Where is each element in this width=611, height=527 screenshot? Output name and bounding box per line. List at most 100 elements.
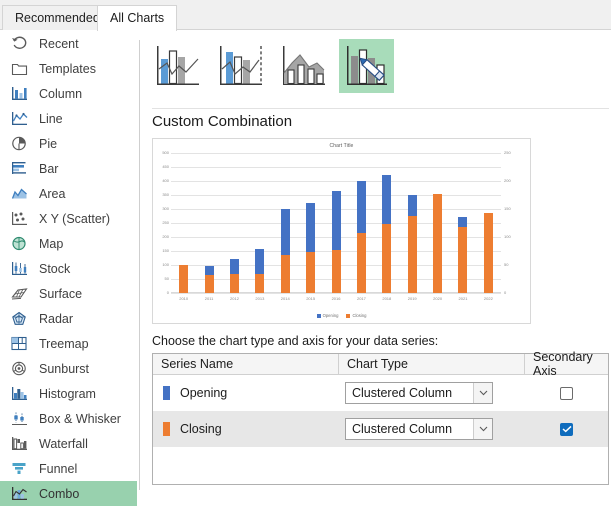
sidebar-item-label: Histogram <box>39 386 96 401</box>
sidebar-item-column[interactable]: Column <box>0 81 137 106</box>
sidebar-item-treemap[interactable]: Treemap <box>0 331 137 356</box>
chart-legend-item: Opening <box>316 313 338 318</box>
sidebar-item-label: Stock <box>39 261 71 276</box>
chart-bar-group: 2012 <box>222 153 247 301</box>
secondary-axis-checkbox[interactable] <box>560 386 573 400</box>
chart-x-tick-label: 2010 <box>179 296 189 301</box>
chart-bar <box>407 195 417 293</box>
chevron-down-icon[interactable] <box>473 383 492 403</box>
pie-icon <box>8 135 30 153</box>
chart-bar-group: 2016 <box>323 153 348 301</box>
chart-y-tick-label: 300 <box>162 206 169 211</box>
chart-y2-tick-label: 150 <box>504 206 511 211</box>
secondary-axis-cell <box>525 375 608 411</box>
surface-icon <box>8 285 30 303</box>
chart-type-dropdown[interactable]: Clustered Column <box>345 382 493 404</box>
chart-bar-segment-opening <box>331 190 341 250</box>
tab-all-charts[interactable]: All Charts <box>97 5 178 32</box>
chart-y-tick-label: 100 <box>162 262 169 267</box>
sidebar-item-box-whisker[interactable]: Box & Whisker <box>0 406 137 431</box>
page-title: Custom Combination <box>152 113 293 130</box>
chart-bar-segment-opening <box>458 217 468 228</box>
chart-x-tick-label: 2018 <box>382 296 392 301</box>
sidebar-item-label: Recent <box>39 36 79 51</box>
sidebar-item-line[interactable]: Line <box>0 106 137 131</box>
recent-icon <box>8 35 30 53</box>
thumbnail-stacked-area-clustered-column[interactable] <box>276 39 331 93</box>
histogram-icon <box>8 385 30 403</box>
sidebar-item-label: Sunburst <box>39 361 90 376</box>
chart-category-sidebar[interactable]: Recent Templates Column Line Pie Bar Area X Y (… <box>0 31 137 527</box>
funnel-icon <box>8 460 30 478</box>
sidebar-item-label: Funnel <box>39 461 78 476</box>
chart-type-dropdown[interactable]: Clustered Column <box>345 418 493 440</box>
chart-y-tick-label: 500 <box>162 150 169 155</box>
chart-legend-item: Closing <box>346 313 366 318</box>
chart-bar-segment-closing <box>433 193 443 293</box>
sidebar-item-histogram[interactable]: Histogram <box>0 381 137 406</box>
chart-type-cell: Clustered Column <box>339 411 525 447</box>
chart-gridline: 0 <box>167 290 501 295</box>
chart-y-tick-label: 50 <box>164 276 169 281</box>
combo-icon <box>8 485 30 503</box>
series-name-label: Closing <box>180 422 222 436</box>
thumbnail-clustered-column-line-on-secondary-axis[interactable] <box>213 39 268 93</box>
sidebar-item-bar[interactable]: Bar <box>0 156 137 181</box>
sidebar-item-surface[interactable]: Surface <box>0 281 137 306</box>
chart-x-tick-label: 2014 <box>280 296 290 301</box>
chart-y2-tick-label: 100 <box>504 234 511 239</box>
stock-icon <box>8 260 30 278</box>
sidebar-item-label: Templates <box>39 61 96 76</box>
chevron-down-icon[interactable] <box>473 419 492 439</box>
chart-bar-group: 2018 <box>374 153 399 301</box>
chart-x-tick-label: 2015 <box>306 296 316 301</box>
chart-bar-segment-closing <box>356 232 366 293</box>
area-icon <box>8 185 30 203</box>
sidebar-item-map[interactable]: Map <box>0 231 137 256</box>
column-icon <box>8 85 30 103</box>
table-row[interactable]: Opening Clustered Column <box>153 375 608 411</box>
series-name-cell: Closing <box>153 411 339 447</box>
chart-bar-segment-closing <box>280 255 290 293</box>
sidebar-item-stock[interactable]: Stock <box>0 256 137 281</box>
series-color-swatch <box>163 386 170 400</box>
chart-bar-group: 2010 <box>171 153 196 301</box>
chart-x-tick-label: 2020 <box>433 296 443 301</box>
thumbnail-clustered-column-line[interactable] <box>150 39 205 93</box>
secondary-axis-checkbox[interactable] <box>560 422 573 436</box>
sidebar-item-area[interactable]: Area <box>0 181 137 206</box>
chart-bar-segment-closing <box>331 249 341 293</box>
sidebar-item-funnel[interactable]: Funnel <box>0 456 137 481</box>
chart-y-tick-label: 200 <box>162 234 169 239</box>
chart-bar <box>255 248 265 293</box>
series-name-cell: Opening <box>153 375 339 411</box>
chart-legend: Opening Closing <box>153 313 530 318</box>
sidebar-item-sunburst[interactable]: Sunburst <box>0 356 137 381</box>
sidebar-item-templates[interactable]: Templates <box>0 56 137 81</box>
chart-bar-group: 2015 <box>298 153 323 301</box>
sunburst-icon <box>8 360 30 378</box>
secondary-axis-cell <box>525 411 608 447</box>
sidebar-item-radar[interactable]: Radar <box>0 306 137 331</box>
box-whisker-icon <box>8 410 30 428</box>
sidebar-item-waterfall[interactable]: Waterfall <box>0 431 137 456</box>
thumbnail-custom-combination[interactable] <box>339 39 394 93</box>
chart-bar <box>458 217 468 293</box>
chart-y-tick-label: 350 <box>162 192 169 197</box>
sidebar-item-pie[interactable]: Pie <box>0 131 137 156</box>
sidebar-item-combo[interactable]: Combo <box>0 481 137 506</box>
sidebar-item-label: Line <box>39 111 63 126</box>
table-row[interactable]: Closing Clustered Column <box>153 411 608 447</box>
bar-icon <box>8 160 30 178</box>
chart-bar <box>229 259 239 293</box>
combo-variant-thumbnails[interactable] <box>150 39 530 99</box>
chart-y-tick-label: 450 <box>162 164 169 169</box>
line-icon <box>8 110 30 128</box>
sidebar-item-x-y-scatter[interactable]: X Y (Scatter) <box>0 206 137 231</box>
chart-x-tick-label: 2022 <box>483 296 493 301</box>
chart-legend-swatch <box>346 313 351 318</box>
chart-x-tick-label: 2019 <box>407 296 417 301</box>
sidebar-item-recent[interactable]: Recent <box>0 31 137 56</box>
waterfall-icon <box>8 435 30 453</box>
chart-preview[interactable]: Chart Title 0 50 100 150 200 250 300 350 400 450 5… <box>152 138 531 324</box>
